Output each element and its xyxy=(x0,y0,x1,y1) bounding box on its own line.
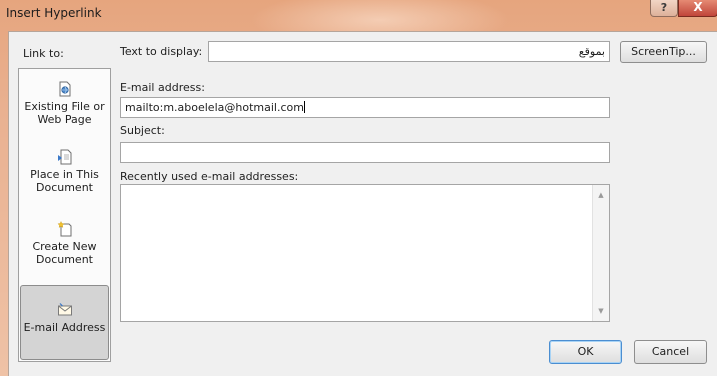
recent-emails-list[interactable]: ▲ ▼ xyxy=(120,184,610,322)
place-in-document-label-1: Place in This xyxy=(30,168,99,181)
ok-button[interactable]: OK xyxy=(549,340,622,364)
link-to-email-address[interactable]: E-mail Address xyxy=(20,285,109,360)
email-address-input[interactable]: mailto:m.aboelela@hotmail.com xyxy=(120,97,610,118)
existing-file-label-1: Existing File or xyxy=(24,100,105,113)
email-address-icon xyxy=(57,303,72,316)
email-address-place-label: E-mail Address xyxy=(23,321,106,334)
dialog-title: Insert Hyperlink xyxy=(6,6,102,20)
scroll-down-icon[interactable]: ▼ xyxy=(597,307,605,315)
create-new-document-label-1: Create New xyxy=(32,240,97,253)
screentip-button[interactable]: ScreenTip... xyxy=(620,41,707,63)
cancel-button[interactable]: Cancel xyxy=(634,340,707,364)
link-to-label: Link to: xyxy=(23,47,64,60)
text-to-display-input[interactable]: بموقع xyxy=(208,41,610,62)
new-document-icon xyxy=(57,221,71,237)
recent-emails-label: Recently used e-mail addresses: xyxy=(120,170,299,183)
link-to-create-new-document[interactable]: Create New Document xyxy=(20,221,109,266)
text-cursor xyxy=(303,101,305,113)
scroll-up-icon[interactable]: ▲ xyxy=(597,191,605,199)
email-address-value: mailto:m.aboelela@hotmail.com xyxy=(125,101,304,114)
link-to-place-in-document[interactable]: Place in This Document xyxy=(20,149,109,194)
close-button[interactable]: X xyxy=(678,0,717,17)
email-address-label: E-mail address: xyxy=(120,81,205,94)
recent-emails-scrollbar[interactable]: ▲ ▼ xyxy=(592,185,609,321)
insert-hyperlink-dialog: Insert Hyperlink ? X Link to: Existing F… xyxy=(0,0,717,376)
link-to-bar: Existing File or Web Page Place in This … xyxy=(18,68,111,362)
existing-file-label-2: Web Page xyxy=(37,113,92,126)
help-button[interactable]: ? xyxy=(650,0,678,17)
subject-input[interactable] xyxy=(120,142,610,163)
text-to-display-label: Text to display: xyxy=(120,45,203,58)
place-in-document-icon xyxy=(57,149,71,165)
subject-label: Subject: xyxy=(120,124,165,137)
place-in-document-label-2: Document xyxy=(36,181,93,194)
create-new-document-label-2: Document xyxy=(36,253,93,266)
link-to-existing-file[interactable]: Existing File or Web Page xyxy=(20,81,109,126)
existing-file-icon xyxy=(59,81,70,97)
